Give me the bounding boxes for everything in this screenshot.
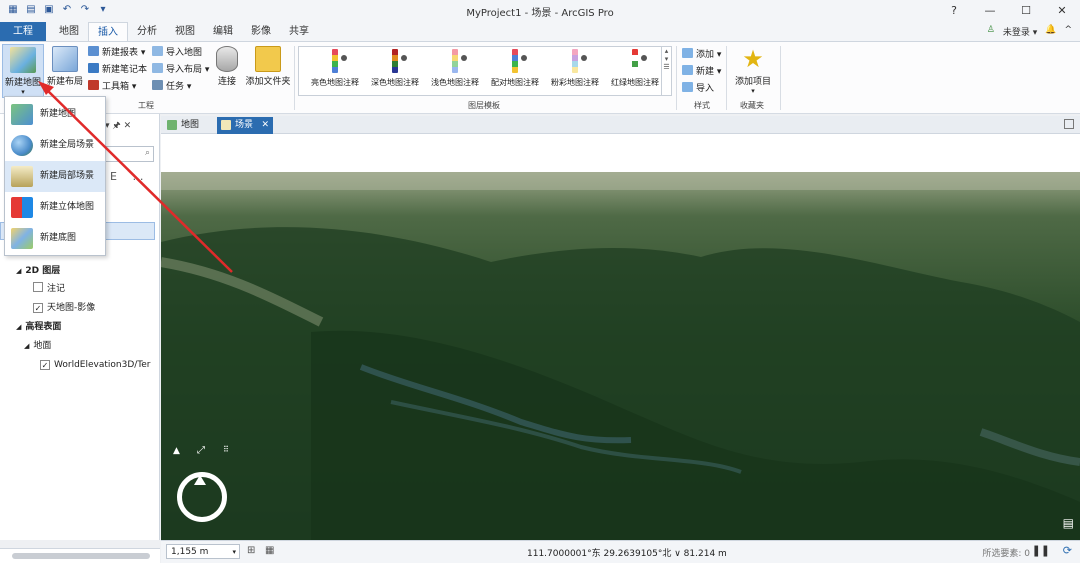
annotation-arrow <box>38 81 233 273</box>
selected-features[interactable]: 所选要素: 0 <box>982 546 1030 559</box>
chevron-down-icon: ▾ <box>232 548 236 556</box>
pause-icon[interactable]: ❚❚ <box>1032 544 1050 557</box>
status-bar: 1,155 m ▾ ⊞ ▦ 111.7000001°东 29.2639105°北 … <box>161 540 1080 563</box>
snapping-icon[interactable]: ⊞ <box>247 545 255 556</box>
refresh-icon[interactable]: ⟳ <box>1063 544 1072 557</box>
scale-value: 1,155 m <box>171 547 209 557</box>
scale-selector[interactable]: 1,155 m ▾ <box>166 544 240 559</box>
grid-icon[interactable]: ▦ <box>265 545 274 556</box>
coordinate-readout: 111.7000001°东 29.2639105°北 ∨ 81.214 m <box>527 549 727 559</box>
